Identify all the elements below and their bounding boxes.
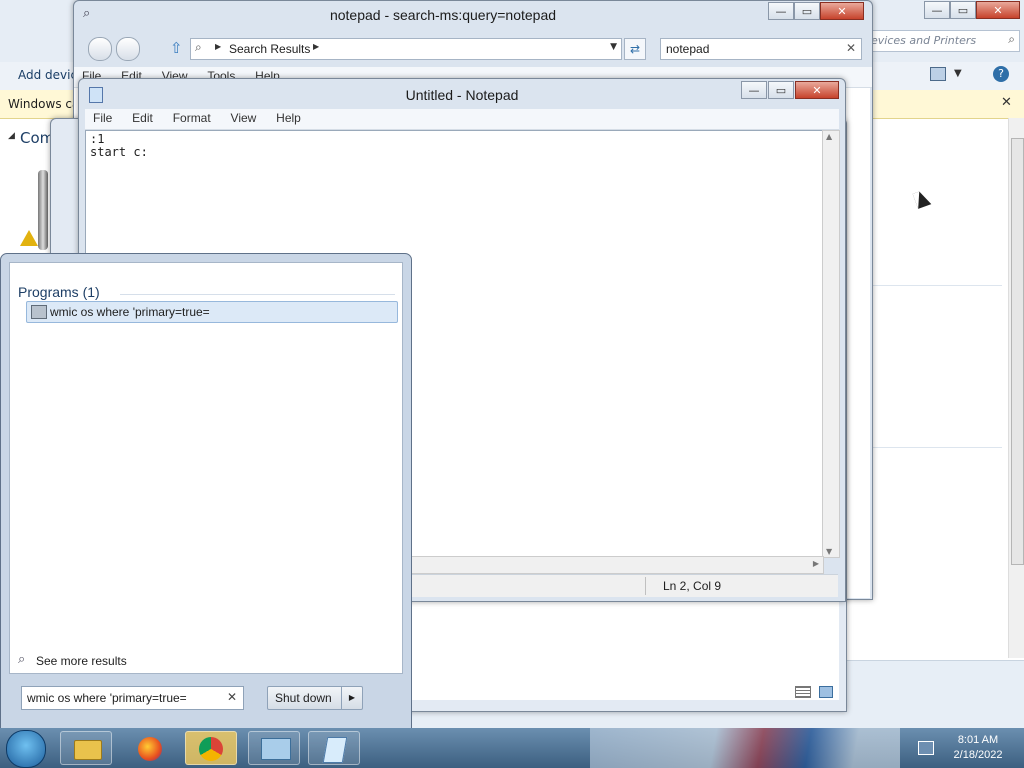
scroll-right-icon[interactable]: ▶ — [813, 559, 819, 568]
address-chevron-icon-2: ▶ — [313, 42, 320, 51]
device-icon — [38, 170, 48, 250]
clear-search-icon[interactable]: ✕ — [846, 41, 856, 55]
see-more-results[interactable]: ⌕ See more results — [18, 652, 158, 670]
text-line-2: start c: — [90, 145, 148, 159]
folder-icon — [74, 740, 102, 760]
bg-divider-1 — [872, 285, 1002, 286]
clear-search-icon[interactable]: ✕ — [227, 690, 237, 704]
start-menu: Programs (1) wmic os where 'primary=true… — [0, 253, 412, 730]
start-search-value: wmic os where 'primary=true= — [27, 691, 187, 705]
help-icon[interactable]: ? — [993, 66, 1009, 82]
up-arrow-icon[interactable]: ⇧ — [170, 39, 183, 57]
scroll-up-icon[interactable]: ▲ — [826, 132, 832, 141]
notepad-vertical-scrollbar[interactable]: ▲ ▼ — [822, 130, 840, 558]
notepad-menu-help[interactable]: Help — [268, 109, 309, 125]
program-result-item[interactable]: wmic os where 'primary=true= — [26, 301, 398, 323]
explorer-nav-bar: ⇧ ⌕ ▶ Search Results ▶ ▼ ⇄ notepad ✕ — [74, 29, 872, 65]
address-label: Search Results — [229, 42, 311, 56]
notepad-menu-file[interactable]: File — [85, 109, 120, 125]
view-options-icon[interactable] — [930, 67, 946, 81]
taskbar-wallpaper-area — [590, 728, 900, 768]
control-panel-icon — [261, 738, 291, 760]
back-button[interactable] — [88, 37, 112, 61]
notepad-menu-format[interactable]: Format — [165, 109, 219, 125]
taskbar-chrome-button[interactable] — [185, 731, 237, 765]
taskbar-notepad-button[interactable] — [308, 731, 360, 765]
explorer-minimize-button[interactable]: — — [768, 2, 794, 20]
bg-search-text: evices and Printers — [871, 34, 977, 47]
shutdown-options-arrow-icon[interactable]: ▶ — [341, 687, 362, 709]
notepad-maximize-button[interactable]: ▭ — [768, 81, 794, 99]
address-chevron-icon: ▶ — [215, 42, 222, 51]
notepad-menu-edit[interactable]: Edit — [124, 109, 161, 125]
firefox-icon — [138, 737, 162, 761]
scroll-thumb[interactable] — [1011, 138, 1024, 565]
tiles-view-icon[interactable] — [819, 686, 833, 698]
explorer-close-button[interactable]: ✕ — [820, 2, 864, 20]
program-result-label: wmic os where 'primary=true= — [50, 305, 210, 319]
address-dropdown-icon[interactable]: ▼ — [610, 42, 617, 52]
mouse-cursor-icon — [912, 189, 932, 209]
scroll-down-icon[interactable]: ▼ — [826, 547, 832, 556]
address-search-icon: ⌕ — [195, 40, 202, 54]
programs-section-title: Programs (1) — [18, 284, 100, 300]
taskbar-firefox-button[interactable] — [124, 731, 176, 765]
taskbar: 8:01 AM 2/18/2022 — [0, 728, 1024, 768]
notepad-titlebar[interactable]: Untitled - Notepad — ▭ ✕ — [79, 79, 845, 107]
start-search-box[interactable]: wmic os where 'primary=true= ✕ — [21, 686, 244, 710]
network-icon[interactable] — [918, 741, 934, 755]
details-view-icon[interactable] — [795, 686, 811, 698]
clock-time: 8:01 AM — [957, 734, 999, 746]
explorer-titlebar[interactable]: ⌕ notepad - search-ms:query=notepad — ▭ … — [74, 1, 872, 29]
program-icon — [31, 305, 47, 319]
see-more-label: See more results — [36, 654, 127, 668]
explorer-title: notepad - search-ms:query=notepad — [329, 7, 557, 23]
shutdown-button[interactable]: Shut down ▶ — [267, 686, 363, 710]
forward-button[interactable] — [116, 37, 140, 61]
programs-divider — [120, 294, 395, 295]
see-more-search-icon: ⌕ — [18, 652, 26, 667]
start-button[interactable] — [6, 730, 46, 768]
chevron-down-icon[interactable]: ▼ — [954, 68, 962, 79]
info-bar-text: Windows ca — [8, 97, 80, 111]
explorer-maximize-button[interactable]: ▭ — [794, 2, 820, 20]
notepad-menu-view[interactable]: View — [223, 109, 265, 125]
notepad-close-button[interactable]: ✕ — [795, 81, 839, 99]
taskbar-explorer-button[interactable] — [60, 731, 112, 765]
notepad-menu-bar: File Edit Format View Help — [85, 109, 839, 130]
refresh-icon[interactable]: ⇄ — [624, 38, 646, 60]
status-divider — [645, 577, 646, 595]
warning-icon — [20, 230, 38, 246]
bg-vertical-scrollbar[interactable] — [1008, 118, 1024, 658]
bg-maximize-button[interactable]: ▭ — [950, 1, 976, 19]
notepad-title: Untitled - Notepad — [405, 87, 519, 103]
start-menu-results: Programs (1) wmic os where 'primary=true… — [9, 262, 403, 674]
explorer-search-input[interactable]: notepad ✕ — [660, 38, 862, 60]
search-icon: ⌕ — [1008, 32, 1015, 46]
clock-date: 2/18/2022 — [953, 749, 1003, 761]
taskbar-control-panel-button[interactable] — [248, 731, 300, 765]
cursor-position: Ln 2, Col 9 — [663, 579, 722, 593]
bg-close-button[interactable]: ✕ — [976, 1, 1020, 19]
address-bar[interactable]: ⌕ ▶ Search Results ▶ ▼ — [190, 38, 622, 60]
explorer-search-value: notepad — [666, 42, 710, 56]
shutdown-label: Shut down — [275, 691, 332, 705]
clock[interactable]: 8:01 AM 2/18/2022 — [940, 733, 1016, 765]
collapse-arrow-icon[interactable]: ◢ — [8, 131, 15, 141]
notepad-taskbar-icon — [322, 737, 348, 763]
notepad-minimize-button[interactable]: — — [741, 81, 767, 99]
close-icon[interactable]: ✕ — [1001, 95, 1012, 110]
bg-minimize-button[interactable]: — — [924, 1, 950, 19]
bg-search-box[interactable]: evices and Printers ⌕ — [866, 30, 1020, 52]
chrome-icon — [199, 737, 223, 761]
bg-divider-2 — [872, 447, 1002, 448]
